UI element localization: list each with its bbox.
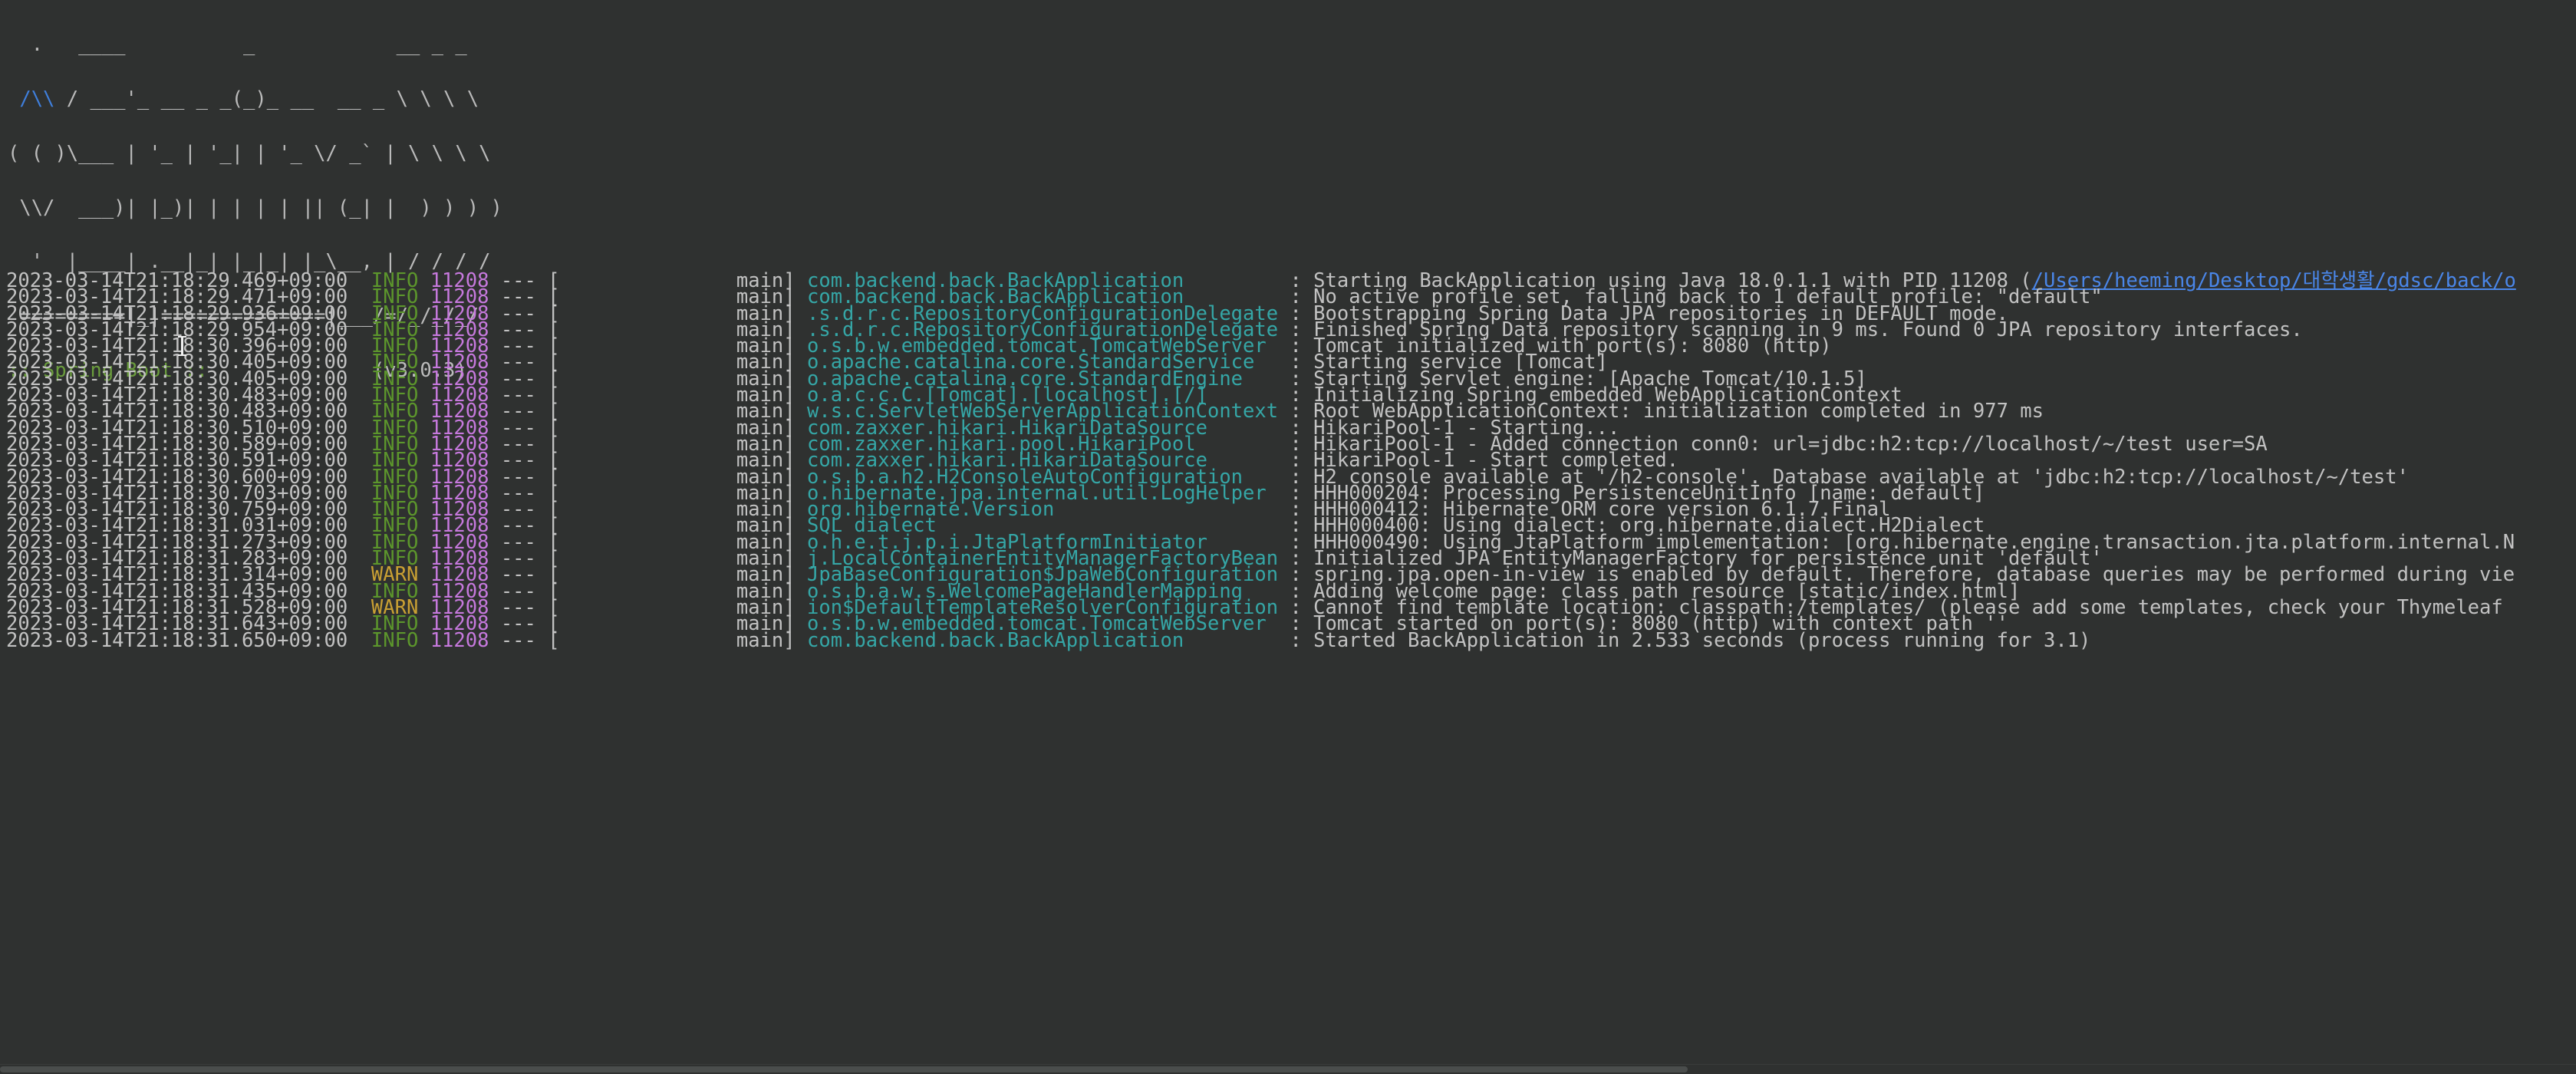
banner-accent-glyph: /\\ [8,87,55,110]
log-line: 2023-03-14T21:18:31.650+09:00 INFO 11208… [0,631,2576,651]
banner-line-3: ( ( )\___ | '_ | '_| | '_ \/ _` | \ \ \ … [8,141,491,165]
log-pid: 11208 [430,628,489,652]
log-thread: main] [559,628,796,652]
log-separator: : [1278,628,1314,652]
banner-line-2-rest: / ___'_ __ _ _(_)_ __ __ _ \ \ \ \ [54,87,479,110]
log-level: INFO [371,628,419,652]
log-logger-name: com.backend.back.BackApplication [795,628,1279,652]
banner-line-1: . ____ _ __ _ _ [8,33,467,57]
log-message-path-link[interactable]: /Users/heeming/Desktop/대학생활/gdsc/back/o [2032,269,2516,292]
terminal-console-output[interactable]: . ____ _ __ _ _ /\\ / ___'_ __ _ _(_)_ _… [0,0,2576,1074]
horizontal-scrollbar-thumb[interactable] [0,1066,1688,1072]
log-timestamp: 2023-03-14T21:18:31.650+09:00 [6,628,371,652]
text-cursor-icon [178,336,186,356]
banner-line-2: /\\ / ___'_ __ _ _(_)_ __ __ _ \ \ \ \ [8,89,2576,109]
banner-line-4: \\/ ___)| |_)| | | | | || (_| | ) ) ) ) [8,196,502,219]
horizontal-scrollbar[interactable] [0,1064,2576,1074]
log-gap [418,629,430,652]
log-message: Started BackApplication in 2.533 seconds… [1313,628,2091,652]
log-dashes: --- [ [489,628,560,652]
log-lines: 2023-03-14T21:18:29.469+09:00 INFO 11208… [0,271,2576,651]
